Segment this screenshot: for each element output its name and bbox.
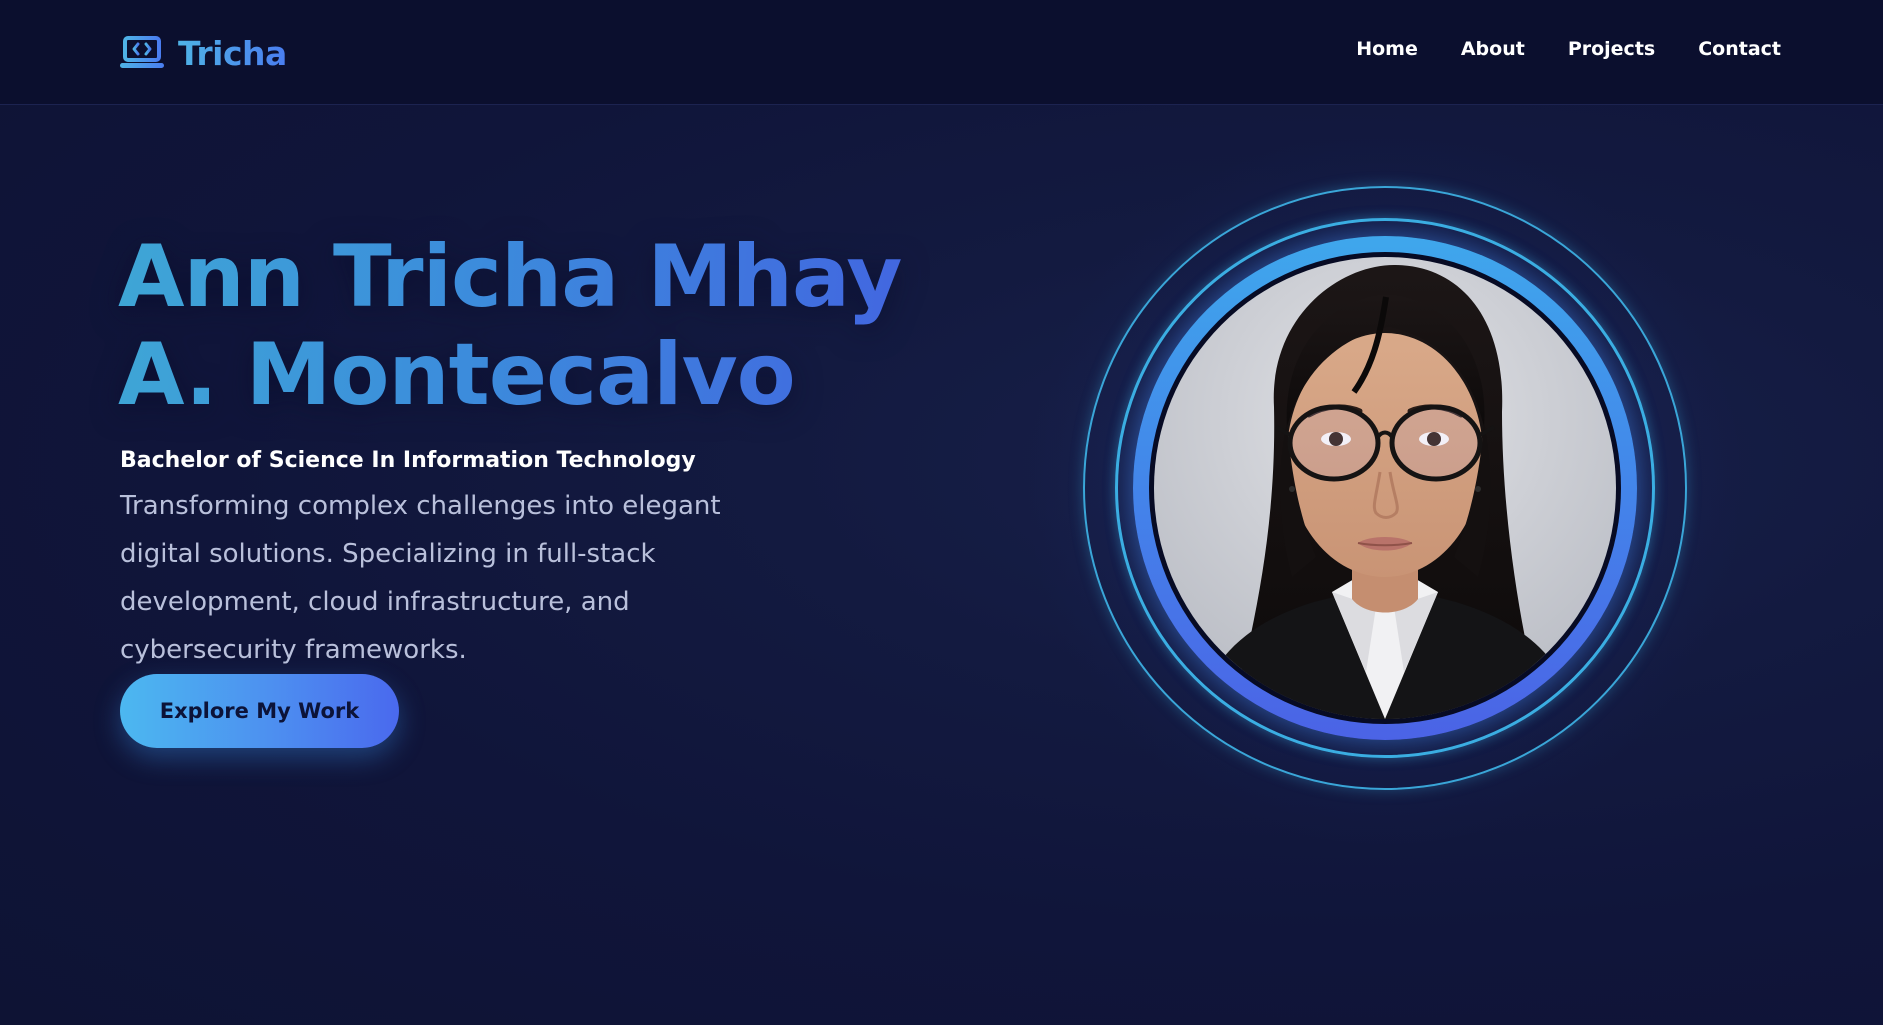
profile-portrait <box>1023 126 1747 850</box>
degree-subtitle: Bachelor of Science In Information Techn… <box>120 448 696 473</box>
nav-link-about[interactable]: About <box>1461 38 1525 60</box>
hero-title: Ann Tricha Mhay A. Montecalvo <box>118 228 901 424</box>
brand-name: Tricha <box>178 33 287 73</box>
hero-tagline: Transforming complex challenges into ele… <box>120 491 721 665</box>
hero-title-line-2: A. Montecalvo <box>118 325 795 425</box>
nav-link-home[interactable]: Home <box>1356 38 1418 60</box>
nav-link-projects[interactable]: Projects <box>1568 38 1655 60</box>
nav-link-contact[interactable]: Contact <box>1698 38 1781 60</box>
laptop-code-icon <box>120 36 164 68</box>
hero-title-line-1: Ann Tricha Mhay <box>118 227 902 327</box>
site-header: Tricha Home About Projects Contact <box>0 0 1883 105</box>
brand-logo-link[interactable]: Tricha <box>120 30 287 76</box>
explore-work-button[interactable]: Explore My Work <box>120 674 399 748</box>
main-nav: Home About Projects Contact <box>1356 38 1781 60</box>
profile-photo <box>1154 257 1616 719</box>
